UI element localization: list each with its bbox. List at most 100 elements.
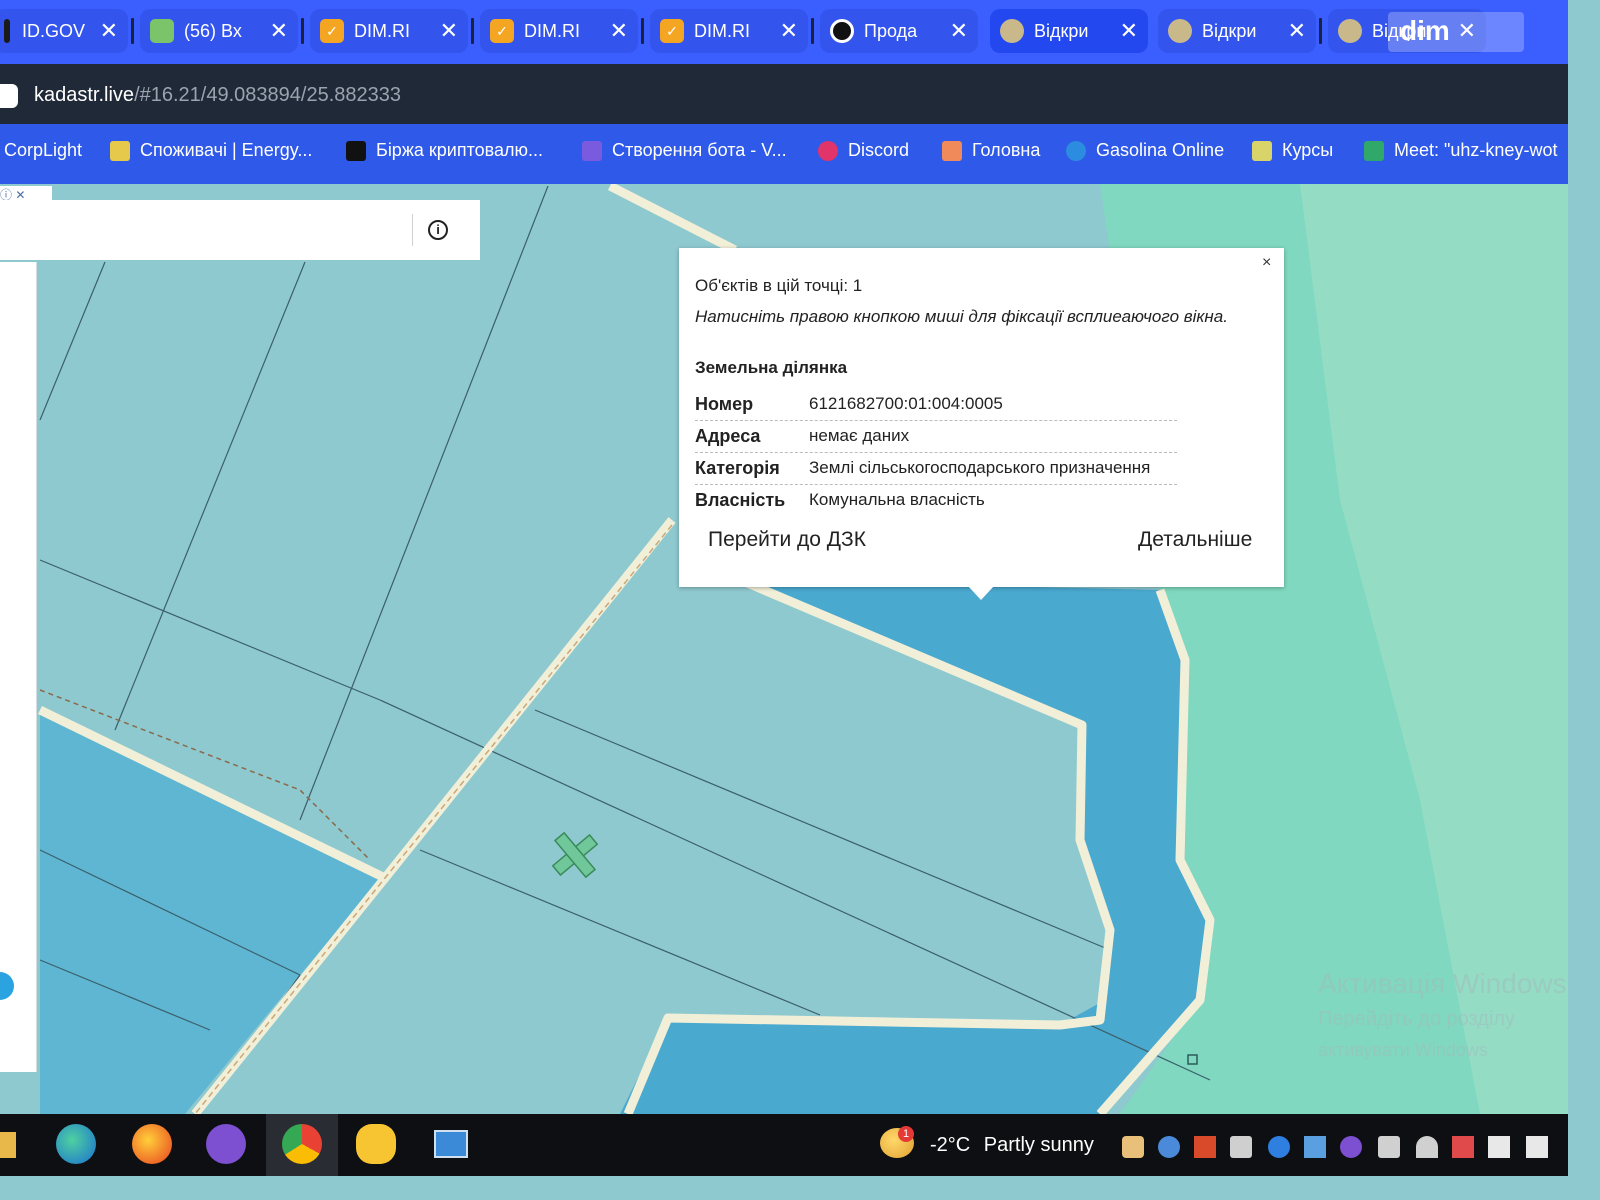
bookmark-energy[interactable]: Споживачі | Energy... [110,140,312,161]
close-tab-icon[interactable]: ✕ [100,20,118,42]
weather-temperature: -2°C [930,1134,971,1156]
sticky-app-icon[interactable] [356,1124,396,1164]
weather-widget[interactable]: -2°C Partly sunny [930,1134,1094,1157]
parcel-row-address: Адреса немає даних [695,422,1177,453]
shield-icon [582,140,602,161]
dim-ria-icon: ✓ [490,19,514,43]
tab-label: Відкри [1034,20,1089,41]
security-shield-icon[interactable] [1488,1136,1510,1158]
bookmark-label: Gasolina Online [1096,140,1225,160]
popup-close-button[interactable]: × [1262,254,1271,272]
objects-count: Об'єктів в цій точці: 1 [695,276,863,295]
photos-icon[interactable] [434,1130,468,1158]
tab-mail[interactable]: (56) Вх ✕ [140,9,298,53]
popup-hint: Натисніть правою кнопкою миші для фіксац… [695,307,1228,326]
target-icon [830,19,854,43]
close-tab-icon[interactable]: ✕ [950,20,968,42]
tab-label: DIM.RI [354,20,410,41]
tab-separator [1319,18,1322,44]
bookmark-crypto[interactable]: Біржа криптовалю... [346,140,543,161]
tray-viber-icon[interactable] [1340,1136,1362,1158]
weather-description: Partly sunny [983,1134,1094,1156]
search-divider [412,214,413,246]
info-icon[interactable]: i [428,220,448,240]
details-link[interactable]: Детальніше [1138,528,1252,552]
tray-acc-icon[interactable] [1194,1136,1216,1158]
tab-dim-ria-2[interactable]: ✓ DIM.RI ✕ [480,9,638,53]
close-tab-icon[interactable]: ✕ [610,20,628,42]
bookmark-courses[interactable]: Курсы [1252,140,1333,161]
tab-label: Відкри [1202,20,1257,41]
url-domain: kadastr.live [34,84,135,106]
parcel-row-category: Категорія Землі сільськогосподарського п… [695,454,1177,485]
activation-watermark: Перейдіть до розділу [1318,1008,1516,1030]
energy-icon [110,140,130,161]
bookmark-discord[interactable]: Discord [818,140,909,161]
star-icon [942,140,962,161]
bookmark-home[interactable]: Головна [942,140,1040,161]
bookmark-label: Споживачі | Energy... [140,140,313,160]
tab-separator [811,18,814,44]
tray-red-app-icon[interactable] [1452,1136,1474,1158]
tab-label: (56) Вх [184,20,242,41]
bookmark-label: Discord [848,140,910,160]
row-key: Номер [695,394,754,414]
close-tab-icon[interactable]: ✕ [780,20,798,42]
side-panel [0,262,37,1072]
tray-monitor-icon[interactable] [1304,1136,1326,1158]
bookmark-label: Головна [972,140,1041,160]
row-key: Власність [695,490,786,510]
section-title: Земельна ділянка [695,358,848,377]
site-settings-icon[interactable] [0,84,18,108]
url-path: /#16.21/49.083894/25.882333 [134,84,401,106]
courses-icon [1252,140,1272,161]
parcel-row-number: Номер 6121682700:01:004:0005 [695,390,1177,421]
tab-label: DIM.RI [524,20,580,41]
tab-label: ID.GOV [22,20,86,41]
close-tab-icon[interactable]: ✕ [1120,20,1138,42]
tab-separator [131,18,134,44]
close-tab-icon[interactable]: ✕ [270,20,288,42]
bookmark-corplight[interactable]: CorpLight [4,140,82,161]
parcel-row-ownership: Власність Комунальна власність [695,486,1177,516]
tray-storage-icon[interactable] [1230,1136,1252,1158]
file-explorer-icon[interactable] [0,1132,16,1158]
mail-icon [150,19,174,43]
bookmark-bot[interactable]: Створення бота - V... [582,140,787,161]
tab-kadastr-2[interactable]: Відкри ✕ [1158,9,1316,53]
wifi-icon[interactable] [1416,1136,1438,1158]
tray-app-icon[interactable] [1122,1136,1144,1158]
tab-kadastr-active[interactable]: Відкри ✕ [990,9,1148,53]
row-value: немає даних [809,426,910,445]
bluetooth-icon[interactable] [1268,1136,1290,1158]
weather-badge: 1 [898,1126,914,1142]
volume-icon[interactable] [1378,1136,1400,1158]
bookmark-label: CorpLight [4,140,83,160]
bookmark-meet[interactable]: Meet: "uhz-kney-wot [1364,140,1557,161]
battery-icon[interactable] [1526,1136,1548,1158]
tray-network-app-icon[interactable] [1158,1136,1180,1158]
viber-icon[interactable] [206,1124,246,1164]
kadastr-icon [1338,19,1362,43]
activation-watermark: Активація Windows [1318,968,1567,999]
close-tab-icon[interactable]: ✕ [440,20,458,42]
tab-separator [301,18,304,44]
close-tab-icon[interactable]: ✕ [1288,20,1306,42]
go-to-dzk-link[interactable]: Перейти до ДЗК [708,528,866,552]
bookmark-gasolina[interactable]: Gasolina Online [1066,140,1224,161]
tab-dim-ria-1[interactable]: ✓ DIM.RI ✕ [310,9,468,53]
dim-ria-icon: ✓ [660,19,684,43]
dim-ria-watermark-logo: dim [1388,12,1524,52]
row-value: Землі сільськогосподарського призначення [809,458,1151,477]
search-panel[interactable] [0,200,480,260]
tab-prodazh[interactable]: Прода ✕ [820,9,978,53]
firefox-icon[interactable] [132,1124,172,1164]
url-field[interactable]: kadastr.live/#16.21/49.083894/25.882333 [34,84,401,107]
chrome-icon[interactable] [282,1124,322,1164]
crypto-exchange-icon [346,140,366,161]
flame-icon [1066,140,1086,161]
tab-id-gov[interactable]: ID.GOV ✕ [0,9,128,53]
popup-arrow [968,586,994,600]
edge-icon[interactable] [56,1124,96,1164]
tab-dim-ria-3[interactable]: ✓ DIM.RI ✕ [650,9,808,53]
